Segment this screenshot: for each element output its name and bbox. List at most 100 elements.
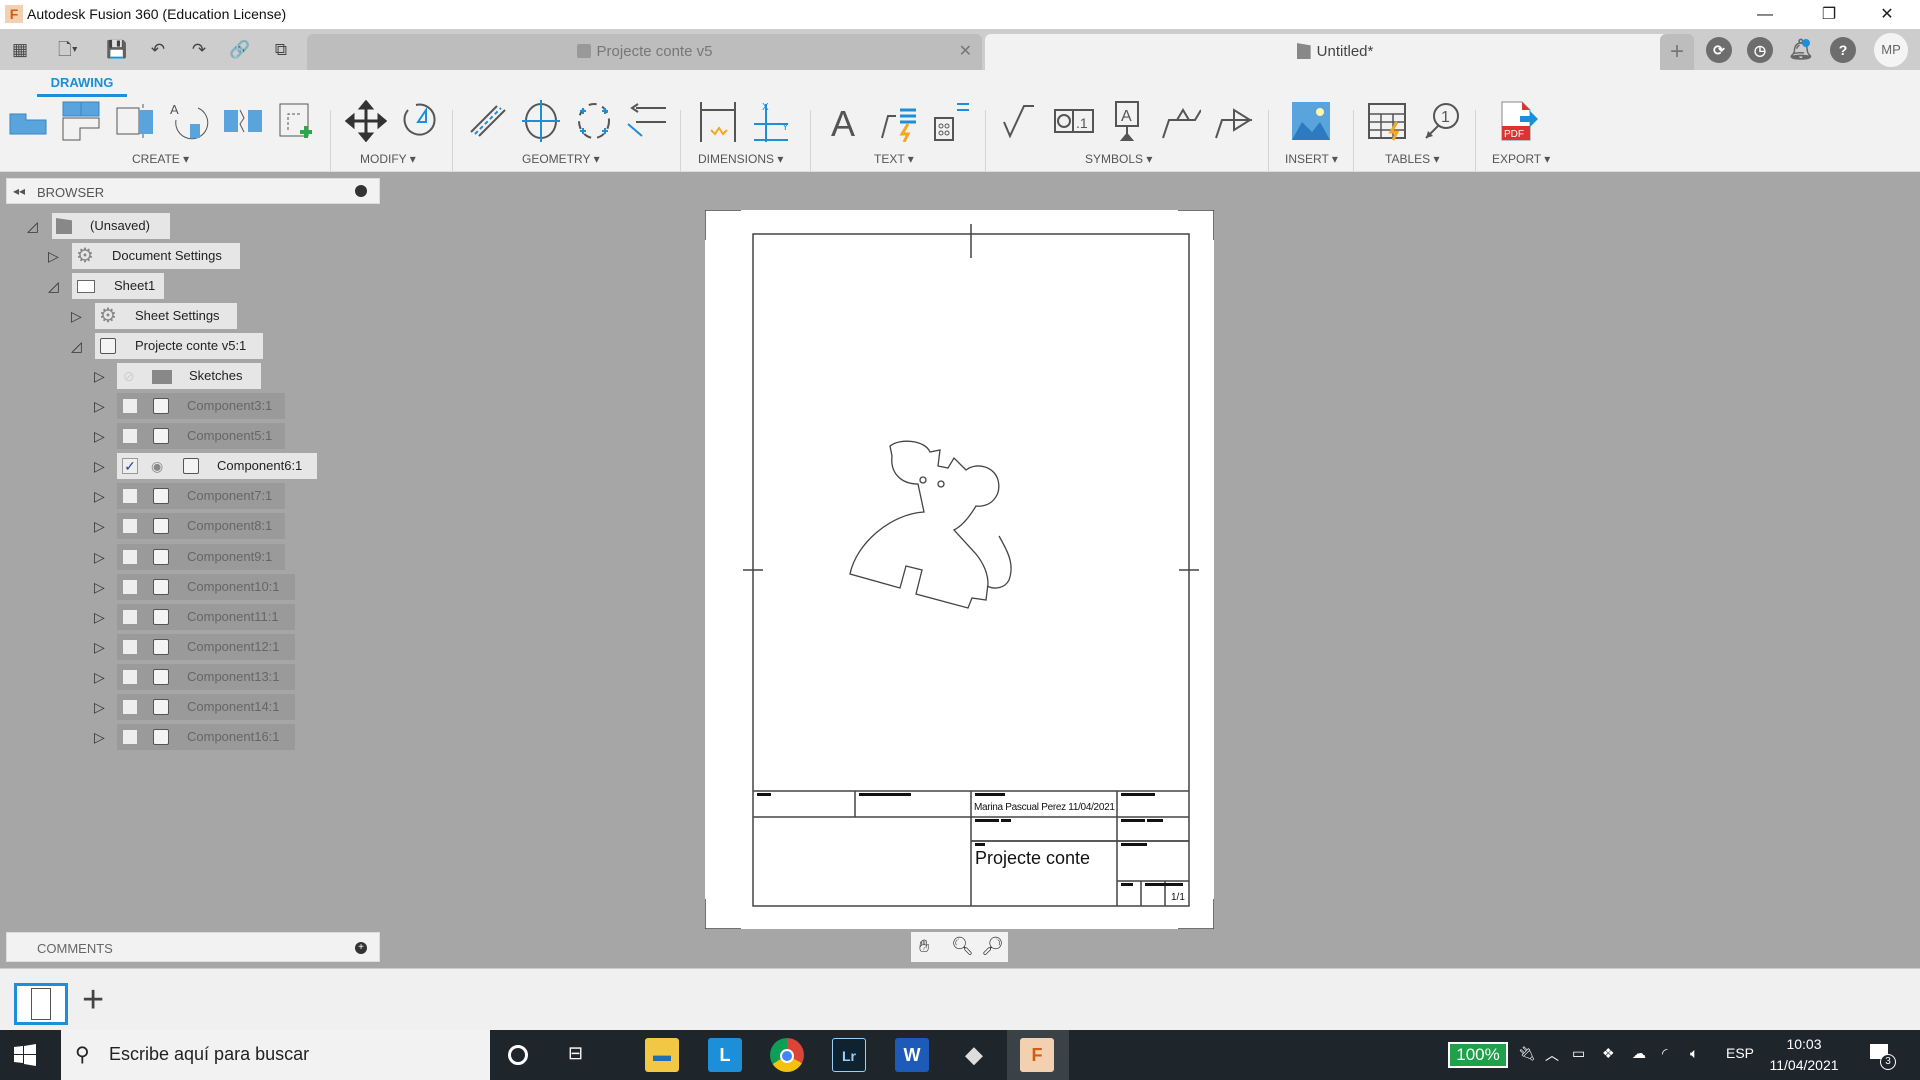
expand-triangle-icon[interactable]: ▷ (94, 729, 108, 745)
section-view-icon[interactable] (115, 100, 157, 142)
file-menu-icon[interactable]: 🗋▾ (48, 37, 88, 63)
language-indicator[interactable]: ESP (1726, 1045, 1754, 1061)
modify-menu[interactable]: MODIFY ▾ (360, 152, 416, 166)
file-explorer-icon[interactable]: ▬ (645, 1038, 679, 1072)
datum-identifier-icon[interactable]: A (1106, 100, 1148, 142)
rotate-icon[interactable] (398, 100, 440, 142)
visibility-checkbox[interactable] (122, 398, 138, 414)
browser-node-document-settings[interactable]: ⚙ Document Settings (72, 243, 240, 269)
cortana-icon[interactable] (508, 1045, 528, 1065)
collapse-browser-icon[interactable]: ◂◂ (13, 184, 25, 198)
collapse-triangle-icon[interactable]: ◿ (27, 218, 41, 234)
data-panel-icon[interactable]: ▦ (7, 37, 33, 63)
expand-triangle-icon[interactable]: ▷ (94, 368, 108, 384)
table-icon[interactable] (1367, 100, 1409, 142)
windows-start-icon[interactable] (14, 1044, 36, 1066)
battery-indicator[interactable]: 100% (1448, 1042, 1508, 1068)
browser-component-row[interactable]: Component5:1 (117, 423, 285, 449)
edge-symbol-icon[interactable] (1212, 100, 1254, 142)
task-view-icon[interactable]: ⊟ (568, 1043, 583, 1064)
feature-control-frame-icon[interactable]: .1 (1053, 100, 1095, 142)
edge-extension-icon[interactable] (626, 100, 668, 142)
sheet-thumbnail-1[interactable] (14, 983, 68, 1025)
expand-triangle-icon[interactable]: ▷ (71, 308, 85, 324)
visibility-checkbox[interactable] (122, 488, 138, 504)
sketch-view-icon[interactable] (276, 100, 318, 142)
hidden-eye-icon[interactable]: ⊘ (123, 363, 135, 389)
center-mark-pattern-icon[interactable] (573, 100, 615, 142)
insert-menu[interactable]: INSERT ▾ (1285, 152, 1338, 166)
inkscape-icon[interactable]: ◆ (957, 1038, 991, 1072)
text-icon[interactable]: A (825, 100, 867, 142)
browser-component-row[interactable]: Component12:1 (117, 634, 295, 660)
dropbox-icon[interactable]: ❖ (1602, 1045, 1615, 1062)
word-icon[interactable]: W (895, 1038, 929, 1072)
expand-triangle-icon[interactable]: ▷ (94, 639, 108, 655)
maximize-button[interactable]: ❐ (1800, 0, 1858, 29)
expand-triangle-icon[interactable]: ▷ (94, 428, 108, 444)
visibility-checkbox[interactable] (122, 428, 138, 444)
browser-node-sketches[interactable]: ⊘ Sketches (117, 363, 261, 389)
detail-view-icon[interactable]: A (168, 100, 210, 142)
visibility-checkbox[interactable] (122, 699, 138, 715)
browser-node-projecte-conte[interactable]: Projecte conte v5:1 (95, 333, 263, 359)
browser-component-row[interactable]: Component3:1 (117, 393, 285, 419)
add-comment-icon[interactable]: + (355, 942, 367, 954)
fit-icon[interactable]: 🔎︎ (981, 936, 1004, 957)
extensions-icon[interactable]: ⟳ (1706, 37, 1732, 63)
centerline-icon[interactable] (467, 100, 509, 142)
wifi-icon[interactable]: ◜ (1662, 1045, 1667, 1062)
redo-icon[interactable]: ↷ (186, 37, 212, 63)
expand-triangle-icon[interactable]: ▷ (94, 488, 108, 504)
expand-triangle-icon[interactable]: ▷ (94, 579, 108, 595)
expand-triangle-icon[interactable]: ▷ (94, 518, 108, 534)
collapse-triangle-icon[interactable]: ◿ (71, 338, 85, 354)
balloon-icon[interactable]: 1 (1420, 100, 1462, 142)
browser-component-row[interactable]: Component16:1 (117, 724, 295, 750)
expand-triangle-icon[interactable]: ▷ (94, 549, 108, 565)
add-sheet-button[interactable]: + (82, 979, 104, 1021)
show-hidden-icons-chevron[interactable]: ︿ (1545, 1045, 1559, 1065)
collapse-triangle-icon[interactable]: ◿ (48, 278, 62, 294)
tab-projecte-conte[interactable]: Projecte conte v5 ✕ (307, 34, 982, 70)
browser-node-unsaved[interactable]: (Unsaved) (52, 213, 170, 239)
dimensions-menu[interactable]: DIMENSIONS ▾ (698, 152, 783, 166)
taskbar-search-box[interactable]: ⚲ Escribe aquí para buscar (61, 1030, 490, 1080)
text-menu[interactable]: TEXT ▾ (874, 152, 914, 166)
visibility-checkbox[interactable] (122, 518, 138, 534)
tables-menu[interactable]: TABLES ▾ (1385, 152, 1440, 166)
volume-icon[interactable]: 🔈︎ (1690, 1045, 1698, 1062)
browser-node-sheet-settings[interactable]: ⚙ Sheet Settings (95, 303, 237, 329)
close-window-button[interactable]: ✕ (1858, 0, 1916, 29)
drawing-sheet[interactable]: Marina Pascual Perez 11/04/2021 Projecte… (705, 210, 1214, 929)
geometry-menu[interactable]: GEOMETRY ▾ (522, 152, 600, 166)
browser-component-row[interactable]: Component11:1 (117, 604, 295, 630)
break-view-icon[interactable] (222, 100, 264, 142)
pan-icon[interactable]: ✋︎ (919, 936, 929, 957)
visibility-checkbox[interactable] (122, 729, 138, 745)
create-menu[interactable]: CREATE ▾ (132, 152, 189, 166)
copy-icon[interactable]: ⧉ (268, 37, 294, 63)
expand-triangle-icon[interactable]: ▷ (94, 398, 108, 414)
surface-texture-icon[interactable] (1000, 100, 1042, 142)
undo-icon[interactable]: ↶ (145, 37, 171, 63)
minimize-button[interactable]: — (1736, 0, 1794, 29)
browser-component-row[interactable]: Component14:1 (117, 694, 295, 720)
visibility-checkbox[interactable] (122, 639, 138, 655)
expand-triangle-icon[interactable]: ▷ (94, 699, 108, 715)
visibility-checkbox[interactable] (122, 579, 138, 595)
browser-node-sheet1[interactable]: Sheet1 (72, 273, 164, 299)
expand-triangle-icon[interactable]: ▷ (94, 609, 108, 625)
power-plug-icon[interactable]: 🔌︎ (1518, 1045, 1536, 1062)
browser-component-row[interactable]: ✓ ◉ Component6:1 (117, 453, 317, 479)
lightroom-icon[interactable]: Lr (832, 1038, 866, 1072)
help-icon[interactable]: ? (1830, 37, 1856, 63)
tab-untitled[interactable]: Untitled* ✕ (985, 34, 1685, 70)
browser-component-row[interactable]: Component10:1 (117, 574, 295, 600)
chrome-icon[interactable] (770, 1038, 804, 1072)
ordinate-dimension-icon[interactable]: XY (750, 100, 792, 142)
welding-symbol-icon[interactable] (1159, 100, 1201, 142)
close-tab-icon[interactable]: ✕ (959, 34, 972, 70)
link-icon[interactable]: 🔗 (227, 37, 253, 63)
zoom-window-icon[interactable]: 🔍︎ (951, 936, 974, 957)
